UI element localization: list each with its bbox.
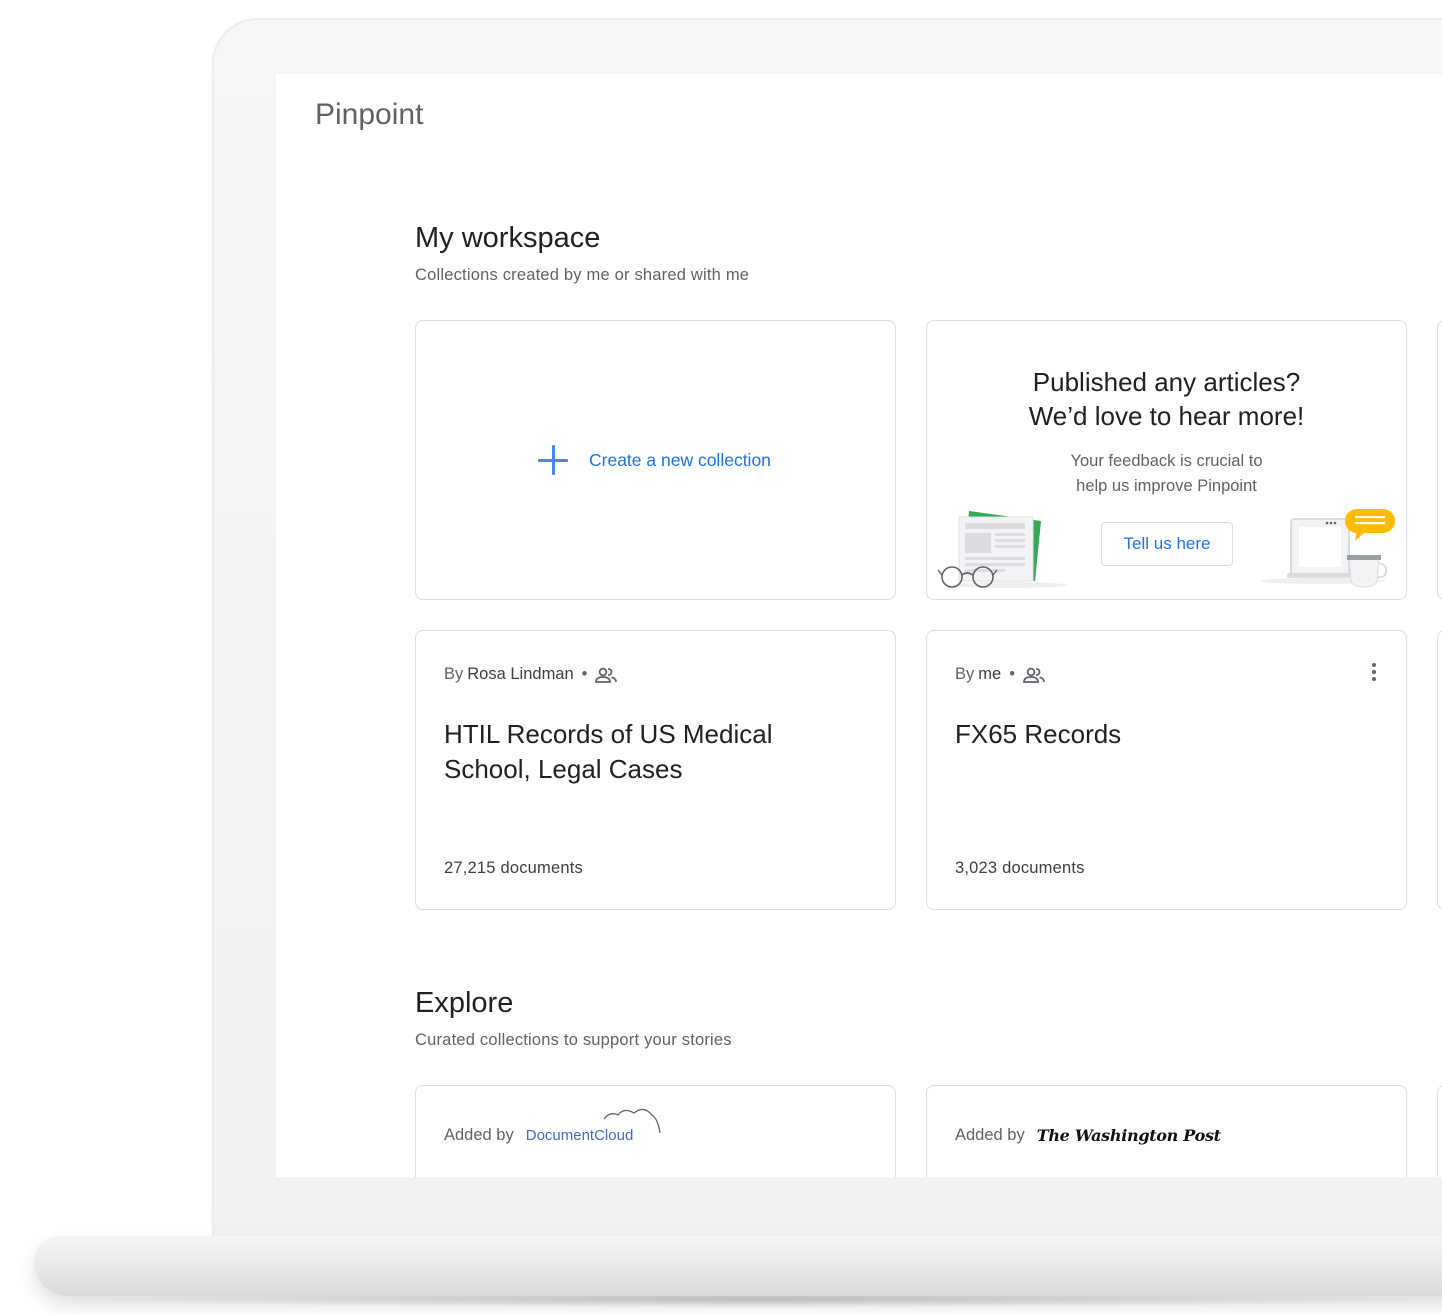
more-options-icon[interactable]: [1370, 661, 1378, 685]
tell-us-button[interactable]: Tell us here: [1101, 522, 1233, 566]
create-collection-card[interactable]: Create a new collection: [415, 320, 896, 600]
explore-title: Explore: [415, 987, 514, 1019]
feedback-text-line2: help us improve Pinpoint: [1076, 477, 1257, 495]
explore-card[interactable]: Added by The Washington Post: [926, 1085, 1407, 1177]
added-by-line: Added by DocumentCloud: [444, 1108, 661, 1145]
washington-post-logo: The Washington Post: [1036, 1126, 1221, 1145]
owner-name: Rosa Lindman: [467, 665, 574, 683]
by-prefix: By: [444, 665, 464, 683]
feedback-title-line1: Published any articles?: [1032, 367, 1301, 397]
feedback-title-line2: We’d love to hear more!: [1028, 401, 1305, 431]
document-count: 27,215 documents: [444, 859, 583, 877]
collection-title[interactable]: FX65 Records: [955, 717, 1355, 752]
feedback-title: Published any articles? We’d love to hea…: [927, 365, 1406, 433]
added-by-line: Added by The Washington Post: [955, 1126, 1221, 1145]
explore-card[interactable]: Added by DocumentCloud: [415, 1085, 896, 1177]
plus-icon: [537, 444, 569, 476]
documentcloud-logo: DocumentCloud: [526, 1108, 661, 1144]
create-collection-label: Create a new collection: [589, 449, 771, 470]
explore-card-peek: [1437, 1085, 1442, 1177]
workspace-subtitle: Collections created by me or shared with…: [415, 266, 750, 284]
app-title: Pinpoint: [315, 98, 424, 131]
shared-people-icon: [595, 667, 618, 683]
collection-title[interactable]: HTIL Records of US Medical School, Legal…: [444, 717, 844, 787]
laptop-chat-illustration: [1261, 509, 1395, 588]
app-screen: Pinpoint My workspace Collections create…: [276, 74, 1442, 1177]
owner-name: me: [978, 665, 1002, 683]
explore-subtitle: Curated collections to support your stor…: [415, 1031, 732, 1049]
laptop-base: [34, 1236, 1442, 1296]
feedback-text-line1: Your feedback is crucial to: [1070, 452, 1263, 470]
by-prefix: By: [955, 665, 975, 683]
cloud-icon: [603, 1108, 661, 1134]
newspaper-illustration: [937, 511, 1067, 588]
collection-card[interactable]: By Rosa Lindman • HTIL Records of US Med…: [415, 630, 896, 910]
collection-card-peek: [1437, 320, 1442, 600]
collection-owner-line: By Rosa Lindman •: [444, 665, 618, 684]
added-by-label: Added by: [444, 1126, 514, 1144]
document-count: 3,023 documents: [955, 859, 1085, 877]
shared-people-icon: [1023, 667, 1045, 683]
separator-dot: •: [1009, 665, 1015, 683]
separator-dot: •: [581, 665, 588, 683]
workspace-title: My workspace: [415, 222, 601, 254]
collection-card[interactable]: By me • FX65 Records 3,023 documents: [926, 630, 1407, 910]
feedback-text: Your feedback is crucial to help us impr…: [927, 449, 1406, 499]
collection-owner-line: By me •: [955, 665, 1045, 684]
added-by-label: Added by: [955, 1126, 1025, 1144]
collection-card-peek: [1437, 630, 1442, 910]
create-collection-button[interactable]: Create a new collection: [537, 444, 771, 476]
feedback-card: Published any articles? We’d love to hea…: [926, 320, 1407, 600]
